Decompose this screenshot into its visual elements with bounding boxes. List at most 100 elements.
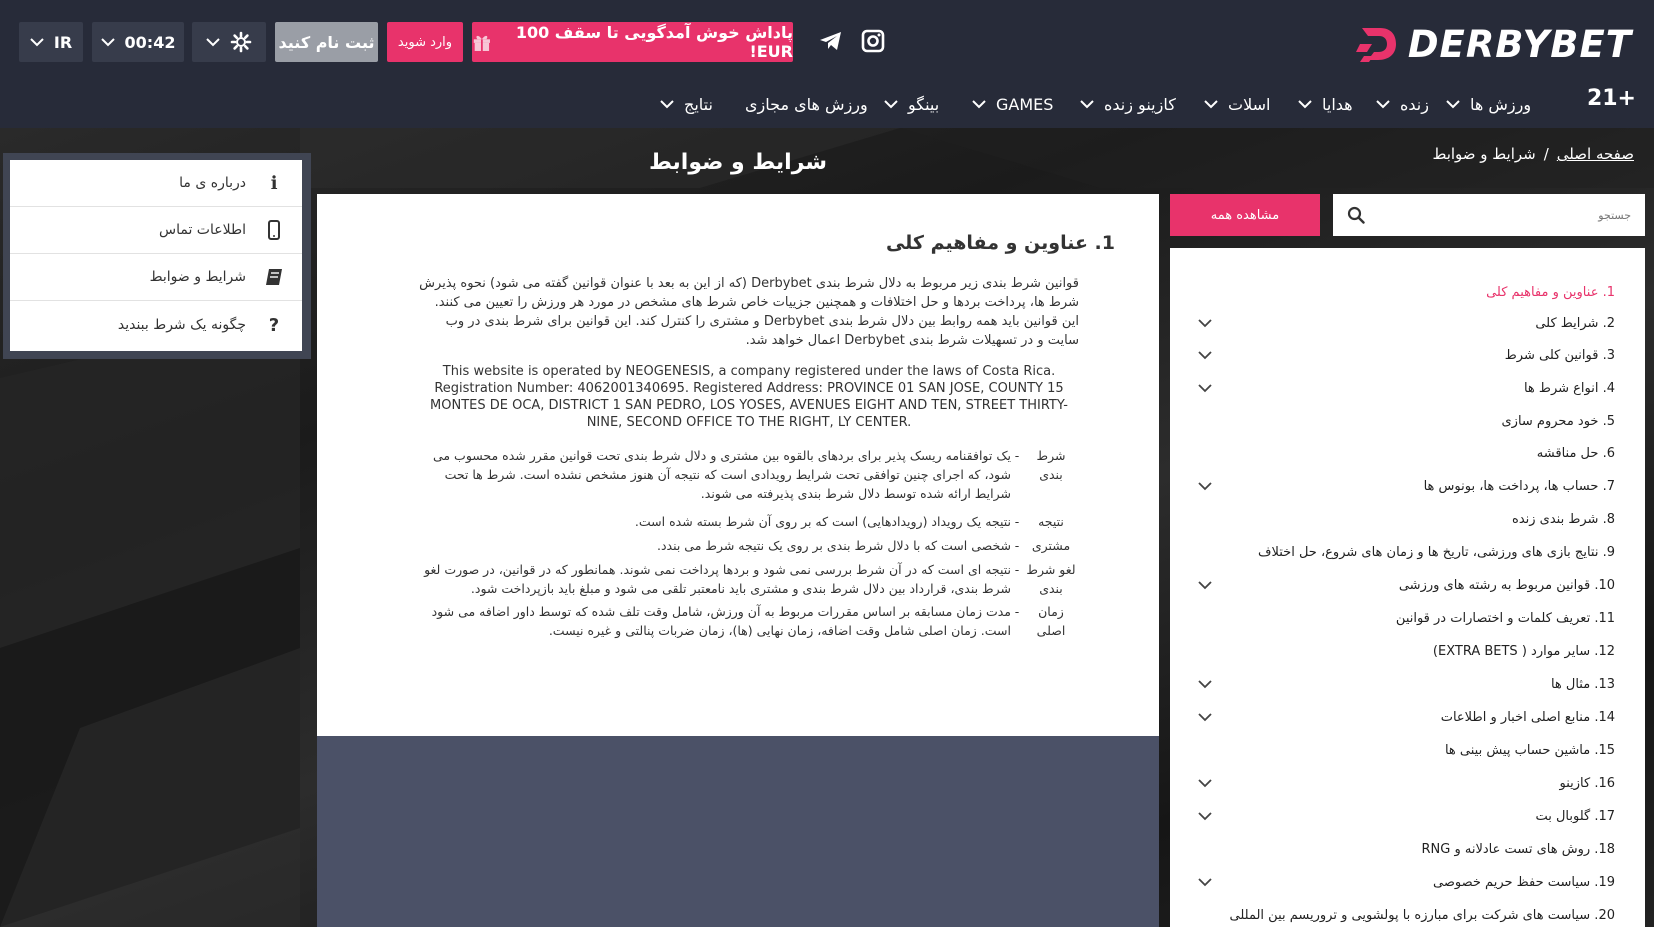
instagram-icon[interactable] — [860, 28, 886, 54]
info-item-about[interactable]: درباره ی ما ℹ — [10, 160, 302, 207]
toc-item[interactable]: 10. قوانین مربوط به رشته های ورزشی — [1170, 570, 1645, 601]
nav-live-label: زنده — [1400, 94, 1429, 114]
nav-gifts-label: هدایا — [1322, 94, 1353, 114]
language-code: IR — [53, 32, 73, 52]
chevron-down-icon[interactable] — [1198, 319, 1212, 328]
toc-item-label: 9. نتایج بازی های ورزشی، تاریخ ها و زمان… — [1258, 545, 1615, 560]
toc-item[interactable]: 18. روش های تست عادلانه و RNG — [1170, 834, 1645, 865]
toc-item-label: 12. سایر موارد ( EXTRA BETS) — [1432, 644, 1615, 659]
definition-term: زمان اصلی — [1036, 604, 1066, 638]
page-title: شرایط و ضوابط — [648, 150, 828, 175]
nav-bingo[interactable]: بینگو — [884, 90, 939, 118]
welcome-bonus-button[interactable]: پاداش خوش آمدگویی تا سقف 100 EUR! — [472, 22, 793, 62]
nav-results[interactable]: نتایج — [660, 90, 713, 118]
toc-item[interactable]: 15. ماشین حساب پیش بینی ها — [1170, 735, 1645, 766]
toc-item[interactable]: 4. انواع شرط ها — [1170, 373, 1645, 404]
chevron-down-icon[interactable] — [1198, 384, 1212, 393]
info-item-label: چگونه یک شرط ببندید — [117, 316, 246, 333]
gift-icon — [473, 35, 490, 51]
chevron-down-icon[interactable] — [1198, 351, 1212, 360]
definition-dash: - — [1014, 448, 1020, 463]
welcome-bonus-label: پاداش خوش آمدگویی تا سقف 100 EUR! — [515, 23, 793, 61]
terms-content: 1. عناوین و مفاهیم کلی قوانین شرط بندی ز… — [317, 194, 1159, 736]
chevron-down-icon[interactable] — [1198, 878, 1212, 887]
chevron-down-icon — [1080, 99, 1094, 108]
chevron-down-icon — [1204, 99, 1218, 108]
definition-text: نتیجه یک رویداد (رویدادهایی) است که بر ر… — [634, 514, 1011, 529]
phone-icon — [268, 220, 280, 240]
settings-dropdown[interactable] — [192, 22, 266, 62]
language-dropdown[interactable]: IR — [19, 22, 83, 62]
nav-live[interactable]: زنده — [1376, 90, 1429, 118]
nav-virtual-sports[interactable]: ورزش های مجازی — [745, 90, 868, 118]
nav-gifts[interactable]: هدایا — [1298, 90, 1353, 118]
section-heading: 1. عناوین و مفاهیم کلی — [885, 232, 1115, 254]
telegram-icon[interactable] — [818, 28, 844, 54]
intro-paragraph: قوانین شرط بندی زیر مربوط به دلال شرط بن… — [419, 276, 1079, 348]
chevron-down-icon[interactable] — [1198, 482, 1212, 491]
login-button[interactable]: وارد شوید — [387, 22, 463, 62]
chevron-down-icon[interactable] — [1198, 680, 1212, 689]
chevron-down-icon[interactable] — [1198, 812, 1212, 821]
nav-virtual-sports-label: ورزش های مجازی — [745, 94, 868, 114]
toc-item-label: 20. سیاست های شرکت برای مبارزه با پولشوی… — [1229, 908, 1615, 923]
toc-item[interactable]: 16. کازینو — [1170, 768, 1645, 799]
toc-item[interactable]: 3. قوانین کلی شرط — [1170, 340, 1645, 371]
definition-dash: - — [1014, 562, 1020, 577]
toc-item-label: 19. سیاست حفظ حریم خصوصی — [1433, 875, 1615, 890]
age-restriction-badge: 21+ — [1586, 86, 1636, 111]
toc-item[interactable]: 6. حل مناقشه — [1170, 438, 1645, 469]
derbybet-logo[interactable]: DERBYBET — [1355, 20, 1632, 68]
toc-item[interactable]: 20. سیاست های شرکت برای مبارزه با پولشوی… — [1170, 900, 1645, 927]
definition-dash: - — [1014, 514, 1020, 529]
toc-item[interactable]: 5. خود محروم سازی — [1170, 406, 1645, 437]
definition-row: نتیجه - نتیجه یک رویداد (رویدادهایی) است… — [419, 512, 1079, 531]
chevron-down-icon — [100, 37, 115, 46]
toc-item[interactable]: 2. شرایط کلی — [1170, 308, 1645, 339]
toc-item[interactable]: 8. شرط بندی زنده — [1170, 504, 1645, 535]
toc-item-label: 1. عناوین و مفاهیم کلی — [1486, 285, 1615, 300]
info-item-how-to-bet[interactable]: چگونه یک شرط ببندید ? — [10, 301, 302, 348]
nav-sports[interactable]: ورزش ها — [1446, 90, 1531, 118]
toc-item-label: 5. خود محروم سازی — [1501, 414, 1615, 429]
info-item-contact[interactable]: اطلاعات تماس — [10, 207, 302, 254]
breadcrumb-current: شرایط و ضوابط — [1432, 145, 1536, 163]
toc-item[interactable]: 7. حساب ها، پرداخت ها، بونوس ها — [1170, 471, 1645, 502]
chevron-down-icon[interactable] — [1198, 581, 1212, 590]
toc-item[interactable]: 17. گلوبال بت — [1170, 801, 1645, 832]
breadcrumb-home-link[interactable]: صفحه اصلی — [1557, 145, 1634, 163]
toc-item[interactable]: 19. سیاست حفظ حریم خصوصی — [1170, 867, 1645, 898]
chevron-down-icon[interactable] — [1198, 779, 1212, 788]
nav-games[interactable]: GAMES — [972, 90, 1053, 118]
toc-item-label: 14. منابع اصلی اخبار و اطلاعات — [1440, 710, 1615, 725]
nav-bingo-label: بینگو — [908, 94, 940, 114]
toc-item[interactable]: 12. سایر موارد ( EXTRA BETS) — [1170, 636, 1645, 667]
definition-text: شخصی است که با دلال شرط بندی بر روی یک ن… — [656, 538, 1011, 553]
toc-item[interactable]: 11. تعریف کلمات و اختصارات در قوانین — [1170, 603, 1645, 634]
definition-term: لغو شرط بندی — [1026, 562, 1076, 596]
operator-paragraph: This website is operated by NEOGENESIS, … — [430, 364, 1068, 430]
nav-live-casino[interactable]: کازینو زنده — [1080, 90, 1176, 118]
time-display[interactable]: 00:42 — [92, 22, 184, 62]
definition-term: نتیجه — [1038, 514, 1064, 529]
chevron-down-icon — [660, 99, 674, 108]
definition-dash: - — [1014, 538, 1020, 553]
register-button[interactable]: ثبت نام کنید — [275, 22, 378, 62]
toc-item[interactable]: 13. مثال ها — [1170, 669, 1645, 700]
toc-item[interactable]: 1. عناوین و مفاهیم کلی — [1170, 277, 1645, 308]
chevron-down-icon[interactable] — [1198, 713, 1212, 722]
nav-slots[interactable]: اسلات — [1204, 90, 1270, 118]
toc-item-label: 13. مثال ها — [1550, 677, 1615, 692]
search-input[interactable] — [1391, 208, 1631, 222]
toc-item-label: 8. شرط بندی زنده — [1512, 512, 1615, 527]
definition-row: مشتری - شخصی است که با دلال شرط بندی بر … — [419, 536, 1079, 555]
view-all-button[interactable]: مشاهده همه — [1170, 194, 1320, 236]
toc-item-label: 7. حساب ها، پرداخت ها، بونوس ها — [1423, 479, 1615, 494]
search-box[interactable] — [1333, 194, 1645, 236]
search-icon[interactable] — [1347, 206, 1365, 224]
definition-term: مشتری — [1031, 538, 1071, 553]
toc-item[interactable]: 14. منابع اصلی اخبار و اطلاعات — [1170, 702, 1645, 733]
toc-item[interactable]: 9. نتایج بازی های ورزشی، تاریخ ها و زمان… — [1170, 537, 1645, 568]
info-item-terms[interactable]: شرایط و ضوابط — [10, 254, 302, 301]
definition-term: شرط بندی — [1036, 448, 1066, 482]
